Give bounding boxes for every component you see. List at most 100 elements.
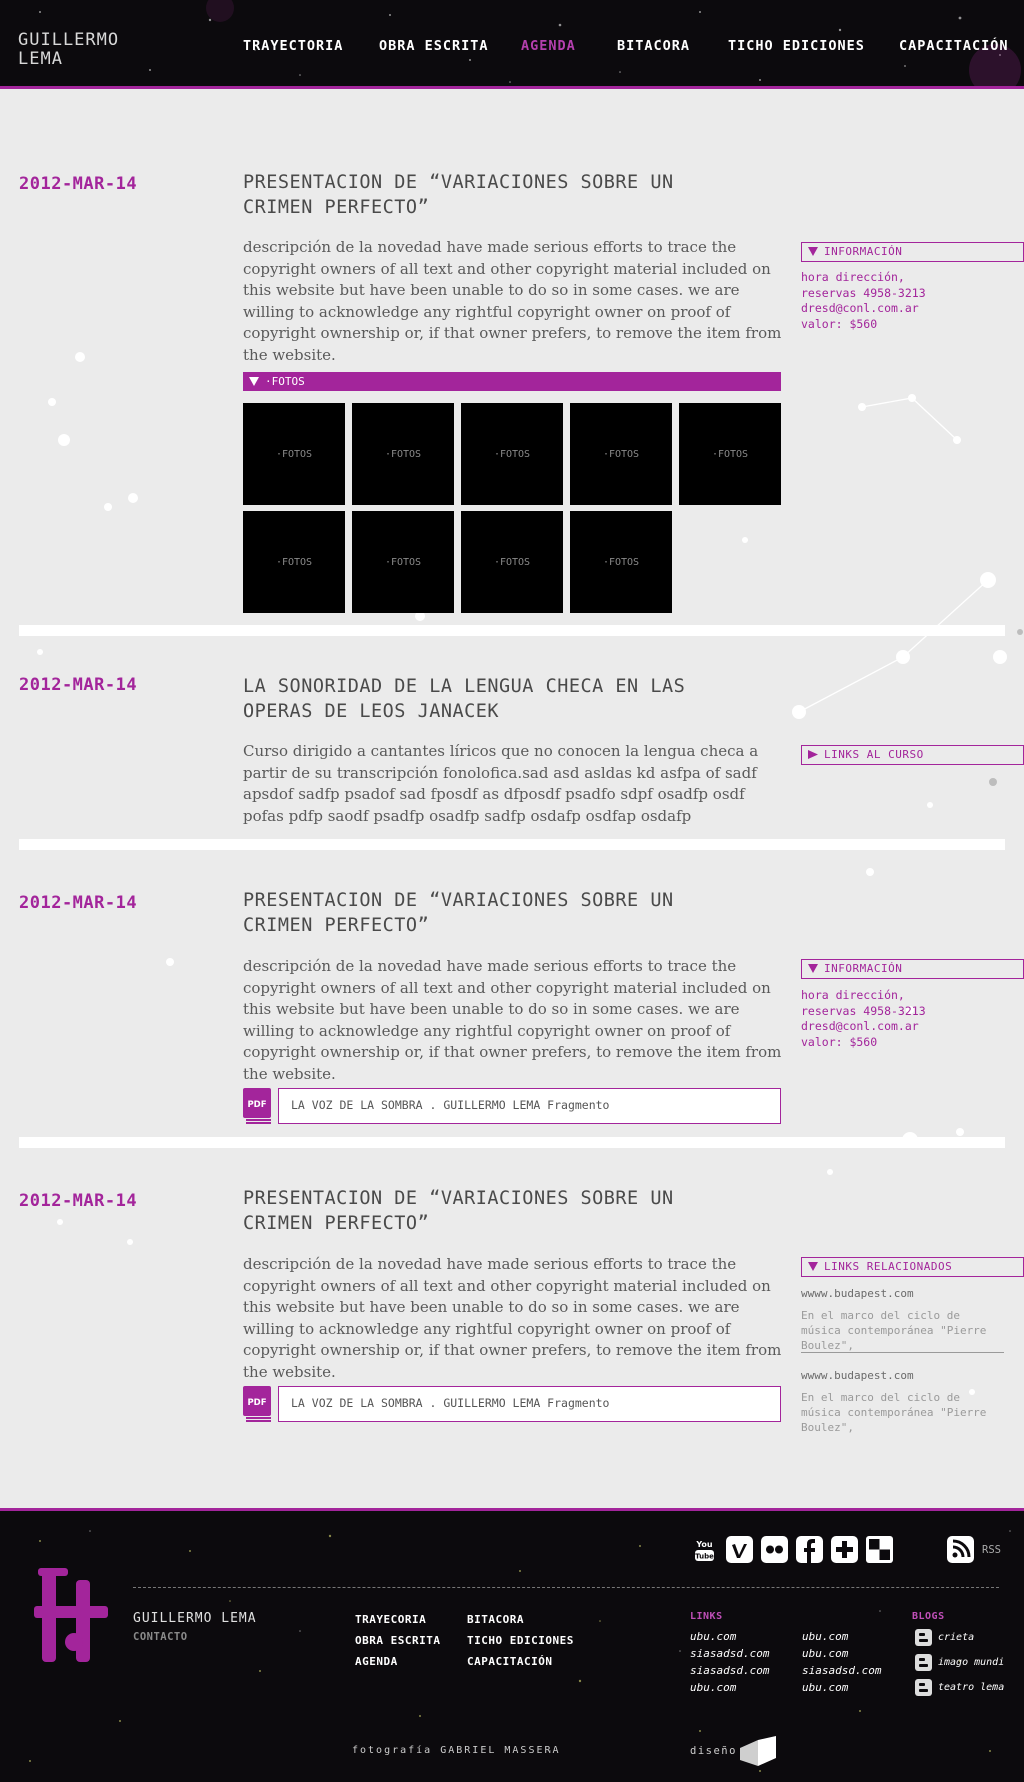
photo-thumbnail[interactable]: ·FOTOS bbox=[570, 403, 672, 505]
footer-nav-ticho-ediciones[interactable]: TICHO EDICIONES bbox=[467, 1634, 574, 1647]
info-toggle[interactable]: INFORMACIÓN bbox=[801, 242, 1024, 262]
chevron-down-icon bbox=[808, 964, 818, 973]
pdf-icon-label: PDF bbox=[247, 1398, 266, 1408]
photo-thumbnail[interactable]: ·FOTOS bbox=[352, 403, 454, 505]
footer-logo-icon[interactable] bbox=[34, 1566, 108, 1666]
footer-link[interactable]: ubu.com bbox=[802, 1647, 848, 1660]
chevron-right-icon bbox=[808, 750, 818, 759]
footer-divider bbox=[133, 1587, 999, 1588]
facebook-icon[interactable] bbox=[796, 1536, 823, 1563]
nav-obra-escrita[interactable]: OBRA ESCRITA bbox=[379, 38, 489, 54]
photo-thumbnail[interactable]: ·FOTOS bbox=[570, 511, 672, 613]
blogger-icon[interactable] bbox=[915, 1629, 932, 1646]
entry-info: hora dirección, reservas 4958-3213 dresd… bbox=[801, 270, 1021, 332]
info-line: hora dirección, bbox=[801, 270, 905, 284]
footer-link[interactable]: ubu.com bbox=[690, 1630, 736, 1643]
photo-thumbnail[interactable]: ·FOTOS bbox=[243, 403, 345, 505]
entry-title[interactable]: PRESENTACION DE “VARIACIONES SOBRE UN CR… bbox=[243, 170, 703, 220]
youtube-icon[interactable]: You Tube bbox=[691, 1536, 718, 1563]
info-price: valor: $560 bbox=[801, 316, 878, 331]
pdf-download[interactable]: PDF LA VOZ DE LA SOMBRA . GUILLERMO LEMA… bbox=[243, 1088, 781, 1124]
info-toggle-label: INFORMACIÓN bbox=[824, 962, 903, 975]
entry-title[interactable]: LA SONORIDAD DE LA LENGUA CHECA EN LAS O… bbox=[243, 674, 703, 724]
info-line: hora dirección, bbox=[801, 988, 905, 1002]
site-footer: GUILLERMO LEMA CONTACTO TRAYECORIA OBRA … bbox=[0, 1508, 1024, 1782]
entry-title[interactable]: PRESENTACION DE “VARIACIONES SOBRE UN CR… bbox=[243, 1186, 703, 1236]
fotos-toggle-label: ·FOTOS bbox=[265, 375, 305, 388]
rss-icon[interactable] bbox=[947, 1536, 974, 1563]
pdf-title[interactable]: LA VOZ DE LA SOMBRA . GUILLERMO LEMA Fra… bbox=[278, 1088, 781, 1124]
nav-ticho-ediciones[interactable]: TICHO EDICIONES bbox=[728, 38, 865, 54]
main-nav: TRAYECTORIA OBRA ESCRITA AGENDA BITACORA… bbox=[0, 38, 1024, 58]
entry-date: 2012-MAR-14 bbox=[19, 893, 138, 913]
blogger-icon[interactable] bbox=[915, 1679, 932, 1696]
chevron-down-icon bbox=[808, 247, 818, 256]
vimeo-icon[interactable] bbox=[726, 1536, 753, 1563]
footer-link[interactable]: siasadsd.com bbox=[690, 1664, 769, 1677]
delicious-icon[interactable] bbox=[866, 1536, 893, 1563]
blogs-heading: BLOGS bbox=[912, 1611, 945, 1622]
fotos-toggle[interactable]: ·FOTOS bbox=[243, 372, 781, 391]
chevron-down-icon bbox=[808, 1262, 818, 1271]
pdf-download[interactable]: PDF LA VOZ DE LA SOMBRA . GUILLERMO LEMA… bbox=[243, 1386, 781, 1422]
footer-link[interactable]: ubu.com bbox=[802, 1681, 848, 1694]
entry-date: 2012-MAR-14 bbox=[19, 1191, 138, 1211]
pdf-icon[interactable]: PDF bbox=[243, 1386, 271, 1422]
pdf-icon[interactable]: PDF bbox=[243, 1088, 271, 1124]
photo-thumbnail[interactable]: ·FOTOS bbox=[679, 403, 781, 505]
pdf-title[interactable]: LA VOZ DE LA SOMBRA . GUILLERMO LEMA Fra… bbox=[278, 1386, 781, 1422]
entry-divider bbox=[19, 625, 1005, 636]
entry-divider bbox=[19, 839, 1005, 850]
rss-label[interactable]: RSS bbox=[982, 1544, 1001, 1556]
related-link[interactable]: wwww.budapest.com bbox=[801, 1369, 914, 1382]
footer-link[interactable]: siasadsd.com bbox=[690, 1647, 769, 1660]
footer-link[interactable]: ubu.com bbox=[690, 1681, 736, 1694]
chevron-down-icon bbox=[249, 377, 259, 386]
photo-thumbnail[interactable]: ·FOTOS bbox=[461, 403, 563, 505]
entry-date: 2012-MAR-14 bbox=[19, 174, 138, 194]
related-description: En el marco del ciclo de música contempo… bbox=[801, 1391, 987, 1434]
info-email[interactable]: dresd@conl.com.ar bbox=[801, 1019, 1021, 1035]
designer-logo-icon[interactable] bbox=[740, 1736, 776, 1766]
design-credit: diseño bbox=[690, 1745, 737, 1757]
entry-date: 2012-MAR-14 bbox=[19, 675, 138, 695]
info-toggle-label: INFORMACIÓN bbox=[824, 245, 903, 258]
info-toggle[interactable]: INFORMACIÓN bbox=[801, 959, 1024, 979]
footer-nav-capacitacion[interactable]: CAPACITACIÓN bbox=[467, 1655, 552, 1668]
links-curso-label: LINKS AL CURSO bbox=[824, 748, 924, 761]
svg-text:Tube: Tube bbox=[695, 1553, 714, 1561]
entry-description: Curso dirigido a cantantes líricos que n… bbox=[243, 742, 759, 825]
nav-bitacora[interactable]: BITACORA bbox=[617, 38, 690, 54]
footer-nav-trayecoria[interactable]: TRAYECORIA bbox=[355, 1613, 426, 1626]
nav-trayectoria[interactable]: TRAYECTORIA bbox=[243, 38, 343, 54]
flickr-icon[interactable] bbox=[761, 1536, 788, 1563]
entry-description: descripción de la novedad have made seri… bbox=[243, 1255, 782, 1381]
footer-nav-obra-escrita[interactable]: OBRA ESCRITA bbox=[355, 1634, 440, 1647]
footer-name[interactable]: GUILLERMO LEMA bbox=[133, 1611, 257, 1626]
info-email[interactable]: dresd@conl.com.ar bbox=[801, 301, 1021, 317]
entry-title[interactable]: PRESENTACION DE “VARIACIONES SOBRE UN CR… bbox=[243, 888, 703, 938]
blog-link[interactable]: crieta bbox=[938, 1632, 974, 1643]
links-relacionados-label: LINKS RELACIONADOS bbox=[824, 1260, 953, 1273]
nav-capacitacion[interactable]: CAPACITACIÓN bbox=[899, 38, 1009, 54]
blog-link[interactable]: teatro lema bbox=[938, 1682, 1004, 1693]
links-curso-toggle[interactable]: LINKS AL CURSO bbox=[801, 745, 1024, 765]
footer-link[interactable]: ubu.com bbox=[802, 1630, 848, 1643]
photo-thumbnail[interactable]: ·FOTOS bbox=[461, 511, 563, 613]
blog-link[interactable]: imago mundi bbox=[938, 1657, 1004, 1668]
footer-link[interactable]: siasadsd.com bbox=[802, 1664, 881, 1677]
footer-nav-agenda[interactable]: AGENDA bbox=[355, 1655, 398, 1668]
links-heading: LINKS bbox=[690, 1611, 723, 1622]
footer-contact-link[interactable]: CONTACTO bbox=[133, 1631, 188, 1643]
links-relacionados-toggle[interactable]: LINKS RELACIONADOS bbox=[801, 1257, 1024, 1277]
entry-description: descripción de la novedad have made seri… bbox=[243, 238, 782, 364]
photo-thumbnail[interactable]: ·FOTOS bbox=[352, 511, 454, 613]
plus-icon[interactable] bbox=[831, 1536, 858, 1563]
info-price: valor: $560 bbox=[801, 1034, 878, 1049]
footer-nav-bitacora[interactable]: BITACORA bbox=[467, 1613, 524, 1626]
related-link[interactable]: wwww.budapest.com bbox=[801, 1287, 914, 1300]
blogger-icon[interactable] bbox=[915, 1654, 932, 1671]
photo-thumbnail[interactable]: ·FOTOS bbox=[243, 511, 345, 613]
nav-agenda[interactable]: AGENDA bbox=[521, 38, 576, 54]
entry-description: descripción de la novedad have made seri… bbox=[243, 957, 782, 1083]
